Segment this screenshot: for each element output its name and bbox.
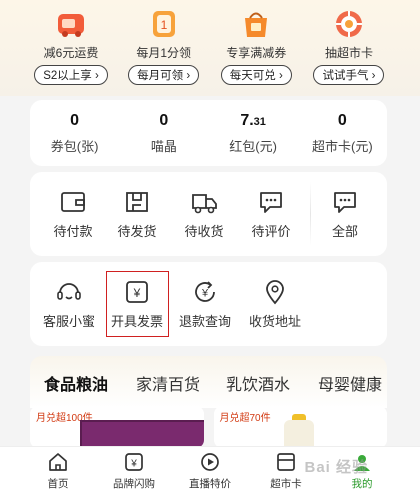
tab-food[interactable]: 食品粮油 <box>44 371 108 395</box>
nav-brand-flash[interactable]: ¥ 品牌闪购 <box>106 447 162 500</box>
tab-baby[interactable]: 母婴健康 <box>318 371 382 395</box>
package-icon <box>126 191 148 212</box>
service-label: 退款查询 <box>178 313 231 329</box>
card-icon <box>277 453 295 471</box>
order-label: 待评价 <box>251 223 291 239</box>
wallet-icon <box>61 191 85 212</box>
stat-value: 7.31 <box>240 111 266 129</box>
product-card[interactable]: 月兑超70件 <box>213 406 387 448</box>
promo-voucher[interactable]: 专享满减券 每天可兑 › <box>215 8 297 85</box>
orders-card: 待付款 待发货 待收货 待评价 全部 <box>30 172 387 256</box>
order-label: 待发货 <box>117 223 157 239</box>
stat-coupons[interactable]: 0 券包(张) <box>35 112 115 155</box>
stat-value: 0 <box>337 111 347 129</box>
product-tag: 月兑超70件 <box>219 413 271 424</box>
truck-icon <box>192 193 217 213</box>
promo-lucky-draw[interactable]: 抽超市卡 试试手气 › <box>308 8 390 85</box>
order-pending-payment[interactable]: 待付款 <box>38 172 108 256</box>
coupon-icon: 1 <box>147 8 181 40</box>
live-icon <box>201 453 219 471</box>
promo-row: 减6元运费 S2以上享 › 1 每月1分领 每月可领 › 专享满减券 每天可兑 … <box>30 8 390 85</box>
promo-shipping[interactable]: 减6元运费 S2以上享 › <box>30 8 112 85</box>
order-pending-review[interactable]: 待评价 <box>236 172 306 256</box>
location-icon <box>266 279 284 304</box>
nav-label: 超市卡 <box>270 478 302 490</box>
promo-pill[interactable]: S2以上享 › <box>34 65 108 85</box>
order-pending-receipt[interactable]: 待收货 <box>169 172 239 256</box>
stat-label: 券包(张) <box>50 138 99 154</box>
stat-label: 红包(元) <box>229 138 277 154</box>
service-refund[interactable]: ¥ 退款查询 <box>170 262 240 346</box>
customer-service-icon <box>57 282 81 300</box>
nav-label: 品牌闪购 <box>113 478 155 490</box>
svg-text:¥: ¥ <box>201 287 209 299</box>
highlight-box <box>106 271 169 337</box>
voucher-bag-icon <box>239 8 273 40</box>
stat-red-packet[interactable]: 7.31 红包(元) <box>213 112 293 155</box>
product-image <box>283 420 314 448</box>
product-grid: 月兑超100件 月兑超70件 <box>30 406 387 448</box>
tab-drinks[interactable]: 乳饮酒水 <box>226 371 290 395</box>
all-orders-icon <box>334 191 356 213</box>
home-icon <box>49 453 67 471</box>
promo-title: 专享满减券 <box>226 46 287 60</box>
order-label: 待收货 <box>184 223 224 239</box>
promo-pill[interactable]: 试试手气 › <box>313 65 385 85</box>
product-card[interactable]: 月兑超100件 <box>30 406 204 448</box>
nav-live[interactable]: 直播特价 <box>182 447 238 500</box>
stat-value: 0 <box>159 111 169 129</box>
order-label: 待付款 <box>53 223 93 239</box>
service-label: 客服小蜜 <box>42 313 95 329</box>
service-label: 收货地址 <box>248 313 301 329</box>
stat-label: 超市卡(元) <box>312 138 373 154</box>
lucky-wheel-icon <box>332 8 366 40</box>
assets-card: 0 券包(张) 0 喵晶 7.31 红包(元) 0 超市卡(元) <box>30 100 387 166</box>
promo-title: 每月1分领 <box>136 46 191 60</box>
service-customer[interactable]: 客服小蜜 <box>34 262 104 346</box>
order-label: 全部 <box>331 223 358 239</box>
nav-label: 我的 <box>351 478 373 490</box>
order-pending-shipment[interactable]: 待发货 <box>102 172 172 256</box>
svg-text:¥: ¥ <box>130 459 137 470</box>
nav-home[interactable]: 首页 <box>30 447 86 500</box>
promo-title: 抽超市卡 <box>324 46 373 60</box>
promo-title: 减6元运费 <box>43 46 99 60</box>
svg-text:1: 1 <box>160 18 167 32</box>
product-image <box>80 420 204 448</box>
watermark: Bai 经验 <box>304 459 368 476</box>
nav-label: 首页 <box>47 478 69 490</box>
category-tabs: 食品粮油 家清百货 乳饮酒水 母婴健康 <box>30 356 387 408</box>
stat-crystals[interactable]: 0 喵晶 <box>124 112 204 155</box>
order-all[interactable]: 全部 <box>310 172 380 256</box>
nav-label: 直播特价 <box>189 478 231 490</box>
promo-pill[interactable]: 每天可兑 › <box>220 65 292 85</box>
comment-icon <box>260 191 282 213</box>
brand-flash-icon: ¥ <box>125 453 143 471</box>
service-address[interactable]: 收货地址 <box>240 262 310 346</box>
promo-monthly[interactable]: 1 每月1分领 每月可领 › <box>123 8 205 85</box>
stat-label: 喵晶 <box>150 138 177 154</box>
refund-icon: ¥ <box>195 280 215 302</box>
services-card: 客服小蜜 ¥ 开具发票 ¥ 退款查询 收货地址 <box>30 262 387 346</box>
delivery-truck-icon <box>54 8 88 40</box>
stat-market-card[interactable]: 0 超市卡(元) <box>302 112 382 155</box>
tab-household[interactable]: 家清百货 <box>136 371 200 395</box>
stat-value: 0 <box>70 111 80 129</box>
promo-pill[interactable]: 每月可领 › <box>128 65 200 85</box>
